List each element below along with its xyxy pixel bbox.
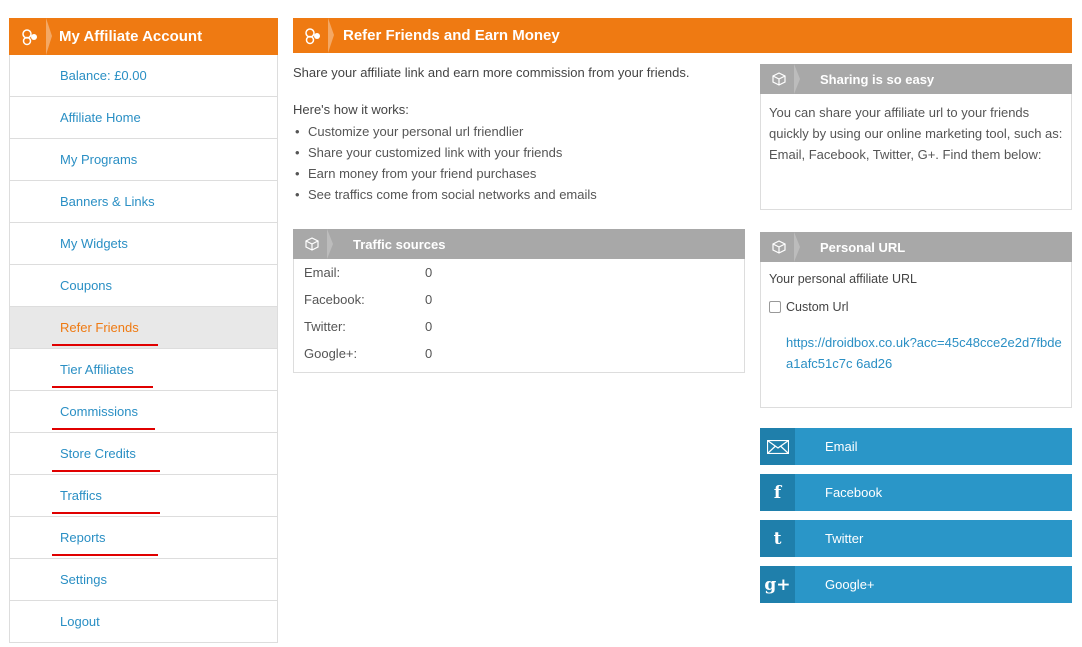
list-item: Earn money from your friend purchases — [293, 163, 743, 184]
traffic-label: Google+: — [304, 346, 358, 361]
share-label: Twitter — [825, 531, 864, 546]
sidebar-item-label: My Programs — [60, 152, 138, 167]
personal-url-panel: Personal URL Your personal affiliate URL… — [760, 232, 1072, 408]
panel-title: Personal URL — [820, 239, 906, 255]
how-it-works-list: Customize your personal url friendlier S… — [293, 121, 743, 205]
traffic-label: Twitter: — [304, 319, 346, 334]
traffic-value: 0 — [425, 346, 433, 361]
sidebar-item-store-credits[interactable]: Store Credits — [10, 433, 277, 475]
sidebar-item-label: Commissions — [60, 404, 139, 419]
personal-url-link[interactable]: https://droidbox.co.uk?acc=45c48cce2e2d7… — [761, 314, 1071, 374]
panel-header: Personal URL — [760, 232, 1072, 262]
traffic-label: Email: — [304, 265, 341, 280]
panel-title: Traffic sources — [353, 236, 446, 252]
sidebar-item-balance[interactable]: Balance: £0.00 — [10, 55, 277, 97]
share-twitter-button[interactable]: t Twitter — [760, 520, 1072, 557]
panel-header: Sharing is so easy — [760, 64, 1072, 94]
sidebar-item-label: My Widgets — [60, 236, 128, 251]
page-header: Refer Friends and Earn Money — [293, 18, 1072, 53]
sidebar-item-label: Settings — [60, 572, 107, 587]
traffic-value: 0 — [425, 319, 433, 334]
box-icon — [760, 232, 800, 262]
panel-header: Traffic sources — [293, 229, 745, 259]
how-it-works-title: Here's how it works: — [293, 102, 409, 117]
twitter-icon: t — [760, 520, 795, 557]
traffic-label: Facebook: — [304, 292, 365, 307]
sidebar-header: My Affiliate Account — [9, 18, 278, 55]
affiliate-logo-icon — [9, 18, 52, 55]
traffic-row-email: Email: 0 — [294, 259, 744, 286]
envelope-icon — [760, 428, 795, 465]
traffic-value: 0 — [425, 265, 433, 280]
sidebar-item-label: Balance: £0.00 — [60, 68, 147, 83]
sidebar-item-label: Affiliate Home — [60, 110, 141, 125]
sidebar-item-logout[interactable]: Logout — [10, 601, 277, 643]
sidebar-title: My Affiliate Account — [59, 28, 203, 45]
affiliate-logo-icon — [293, 18, 334, 53]
sidebar-item-coupons[interactable]: Coupons — [10, 265, 277, 307]
sidebar-item-my-widgets[interactable]: My Widgets — [10, 223, 277, 265]
share-label: Facebook — [825, 485, 883, 500]
sidebar-item-my-programs[interactable]: My Programs — [10, 139, 277, 181]
red-underline — [52, 344, 158, 346]
facebook-icon: f — [760, 474, 795, 511]
intro-lead: Share your affiliate link and earn more … — [293, 65, 690, 80]
sidebar-item-label: Reports — [60, 530, 106, 545]
page-title: Refer Friends and Earn Money — [343, 27, 560, 44]
traffic-sources-panel: Traffic sources Email: 0 Facebook: 0 Twitt… — [293, 229, 745, 373]
sidebar-item-reports[interactable]: Reports — [10, 517, 277, 559]
sidebar: My Affiliate Account Balance: £0.00 Affi… — [9, 18, 278, 643]
red-underline — [52, 428, 155, 430]
sidebar-item-label: Tier Affiliates — [60, 362, 134, 377]
share-label: Google+ — [825, 577, 875, 592]
sidebar-item-label: Traffics — [60, 488, 102, 503]
traffic-row-google-plus: Google+: 0 — [294, 340, 744, 367]
box-icon — [760, 64, 800, 94]
red-underline — [52, 554, 158, 556]
sidebar-item-commissions[interactable]: Commissions — [10, 391, 277, 433]
traffic-row-twitter: Twitter: 0 — [294, 313, 744, 340]
google-plus-icon: g+ — [760, 566, 795, 603]
list-item: Customize your personal url friendlier — [293, 121, 743, 142]
custom-url-option[interactable]: Custom Url — [761, 286, 1071, 314]
share-label: Email — [825, 439, 858, 454]
red-underline — [52, 470, 160, 472]
sharing-description: You can share your affiliate url to your… — [769, 105, 1063, 162]
sidebar-item-traffics[interactable]: Traffics — [10, 475, 277, 517]
sidebar-item-tier-affiliates[interactable]: Tier Affiliates — [10, 349, 277, 391]
red-underline — [52, 512, 160, 514]
share-email-button[interactable]: Email — [760, 428, 1072, 465]
sidebar-item-label: Coupons — [60, 278, 113, 293]
traffic-value: 0 — [425, 292, 433, 307]
share-facebook-button[interactable]: f Facebook — [760, 474, 1072, 511]
list-item: See traffics come from social networks a… — [293, 184, 743, 205]
sidebar-item-label: Store Credits — [60, 446, 136, 461]
sidebar-item-banners-links[interactable]: Banners & Links — [10, 181, 277, 223]
sidebar-item-affiliate-home[interactable]: Affiliate Home — [10, 97, 277, 139]
sharing-panel: Sharing is so easy You can share your af… — [760, 64, 1072, 210]
sidebar-item-label: Logout — [60, 614, 100, 629]
panel-title: Sharing is so easy — [820, 71, 935, 87]
share-google-plus-button[interactable]: g+ Google+ — [760, 566, 1072, 603]
intro-section: Share your affiliate link and earn more … — [293, 64, 743, 205]
sidebar-menu: Balance: £0.00 Affiliate Home My Program… — [9, 55, 278, 643]
custom-url-checkbox[interactable] — [769, 301, 781, 313]
sidebar-item-label: Banners & Links — [60, 194, 155, 209]
sidebar-item-label: Refer Friends — [60, 320, 139, 335]
box-icon — [293, 229, 333, 259]
traffic-row-facebook: Facebook: 0 — [294, 286, 744, 313]
red-underline — [52, 386, 153, 388]
custom-url-label: Custom Url — [786, 300, 849, 314]
sidebar-item-settings[interactable]: Settings — [10, 559, 277, 601]
sidebar-item-refer-friends[interactable]: Refer Friends — [10, 307, 277, 349]
personal-url-label: Your personal affiliate URL — [769, 272, 918, 286]
list-item: Share your customized link with your fri… — [293, 142, 743, 163]
